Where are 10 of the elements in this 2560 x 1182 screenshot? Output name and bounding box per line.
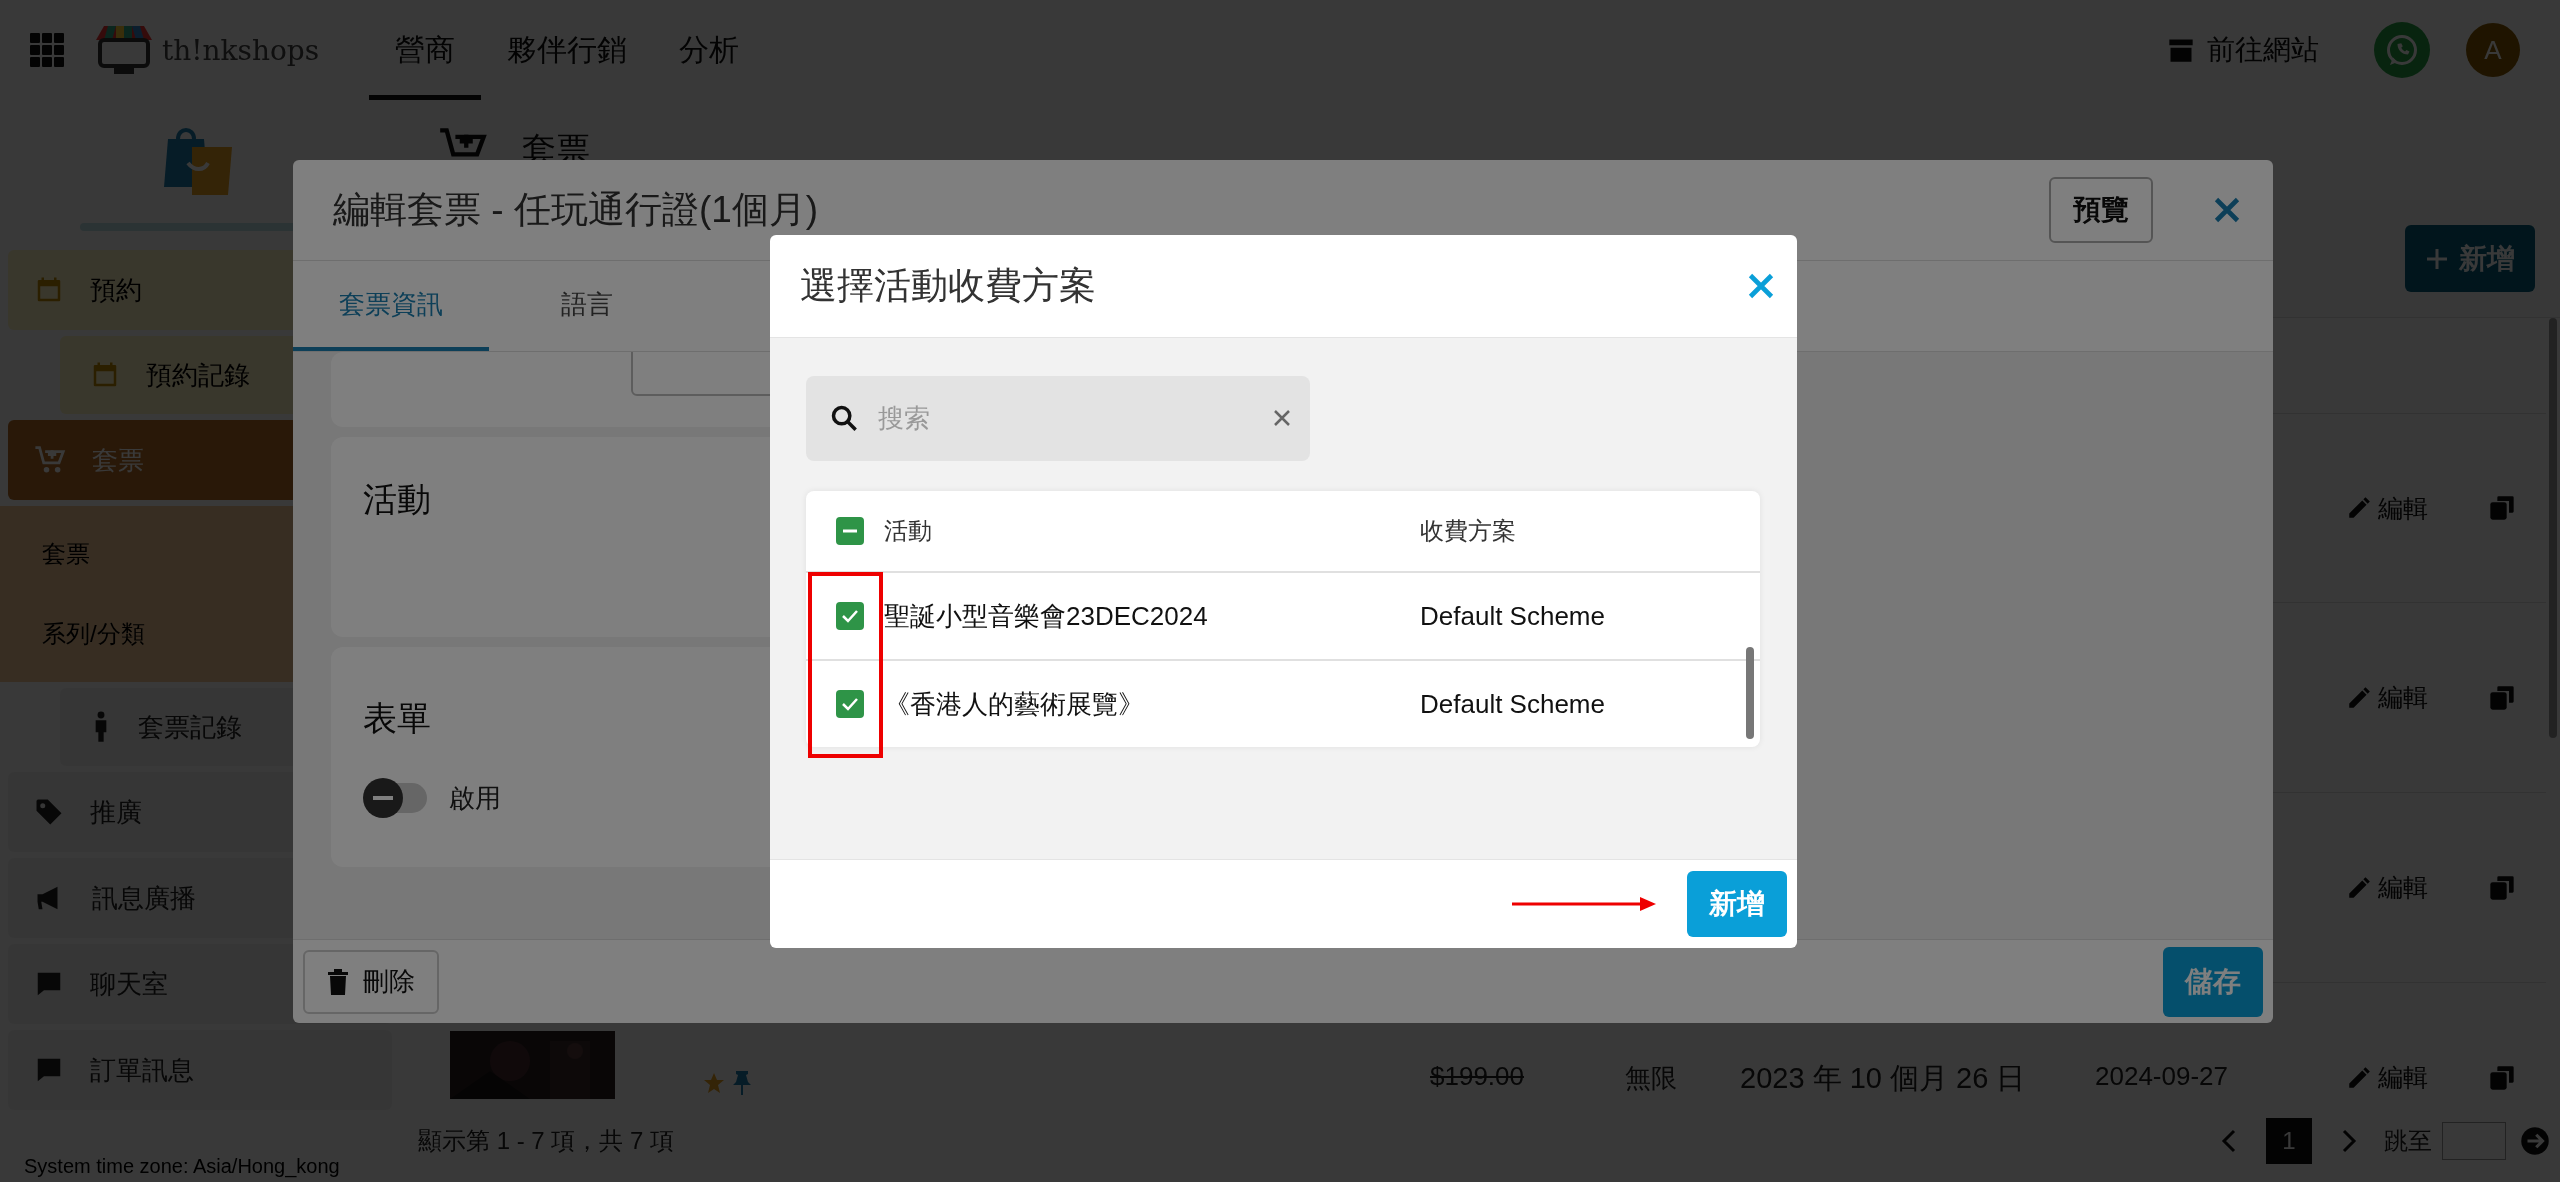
dialog-title: 選擇活動收費方案 (800, 264, 1096, 308)
toggle-label: 啟用 (449, 781, 501, 815)
activity-name: 《香港人的藝術展覽》 (884, 687, 1144, 721)
dialog-title: 編輯套票 - 任玩通行證(1個月) (333, 188, 820, 232)
scheme-name: Default Scheme (1420, 600, 1606, 632)
column-header: 活動 (884, 516, 932, 546)
column-header: 收費方案 (1420, 516, 1517, 546)
scheme-name: Default Scheme (1420, 688, 1606, 720)
section-title: 活動 (363, 479, 431, 520)
activity-name: 聖誕小型音樂會23DEC2024 (884, 599, 1208, 633)
